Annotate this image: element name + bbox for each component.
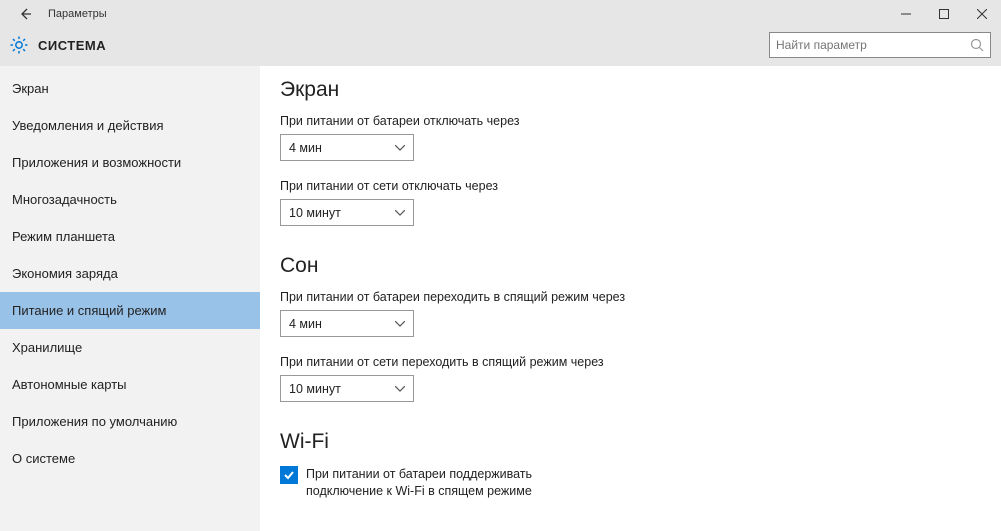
sidebar-item-apps[interactable]: Приложения и возможности (0, 144, 260, 181)
ac-sleep-select[interactable]: 10 минут (280, 375, 414, 402)
ac-off-select[interactable]: 10 минут (280, 199, 414, 226)
battery-off-label: При питании от батареи отключать через (280, 114, 981, 128)
sidebar-item-notifications[interactable]: Уведомления и действия (0, 107, 260, 144)
sidebar: Экран Уведомления и действия Приложения … (0, 66, 260, 531)
check-icon (283, 469, 295, 481)
sidebar-item-battery[interactable]: Экономия заряда (0, 255, 260, 292)
search-box[interactable] (769, 32, 991, 58)
sleep-heading: Сон (280, 254, 981, 278)
sidebar-item-multitasking[interactable]: Многозадачность (0, 181, 260, 218)
wifi-check-row: При питании от батареи поддерживать подк… (280, 466, 580, 500)
sidebar-item-tablet[interactable]: Режим планшета (0, 218, 260, 255)
header-title: СИСТЕМА (38, 38, 106, 53)
battery-sleep-label: При питании от батареи переходить в спящ… (280, 290, 981, 304)
screen-heading: Экран (280, 78, 981, 102)
back-button[interactable] (18, 6, 34, 22)
close-icon (977, 9, 987, 19)
battery-off-select[interactable]: 4 мин (280, 134, 414, 161)
wifi-check-label: При питании от батареи поддерживать подк… (306, 466, 580, 500)
sidebar-item-default-apps[interactable]: Приложения по умолчанию (0, 403, 260, 440)
sidebar-item-about[interactable]: О системе (0, 440, 260, 477)
chevron-down-icon (395, 210, 405, 216)
maximize-icon (939, 9, 949, 19)
sidebar-item-offline-maps[interactable]: Автономные карты (0, 366, 260, 403)
sidebar-item-storage[interactable]: Хранилище (0, 329, 260, 366)
header: СИСТЕМА (0, 28, 1001, 66)
minimize-button[interactable] (887, 0, 925, 28)
window-title: Параметры (48, 8, 107, 20)
sidebar-item-power[interactable]: Питание и спящий режим (0, 292, 260, 329)
body: Экран Уведомления и действия Приложения … (0, 66, 1001, 531)
search-icon (970, 38, 984, 52)
window-controls (887, 0, 1001, 28)
ac-sleep-label: При питании от сети переходить в спящий … (280, 355, 981, 369)
ac-off-label: При питании от сети отключать через (280, 179, 981, 193)
gear-icon (10, 36, 28, 54)
maximize-button[interactable] (925, 0, 963, 28)
close-button[interactable] (963, 0, 1001, 28)
ac-off-value: 10 минут (289, 206, 341, 220)
arrow-left-icon (19, 7, 33, 21)
search-input[interactable] (776, 38, 970, 52)
battery-off-value: 4 мин (289, 141, 322, 155)
battery-sleep-value: 4 мин (289, 317, 322, 331)
chevron-down-icon (395, 321, 405, 327)
wifi-checkbox[interactable] (280, 466, 298, 484)
battery-sleep-select[interactable]: 4 мин (280, 310, 414, 337)
chevron-down-icon (395, 386, 405, 392)
ac-sleep-value: 10 минут (289, 382, 341, 396)
wifi-heading: Wi-Fi (280, 430, 981, 454)
minimize-icon (901, 9, 911, 19)
chevron-down-icon (395, 145, 405, 151)
content: Экран При питании от батареи отключать ч… (260, 66, 1001, 531)
sidebar-item-display[interactable]: Экран (0, 70, 260, 107)
titlebar: Параметры (0, 0, 1001, 28)
